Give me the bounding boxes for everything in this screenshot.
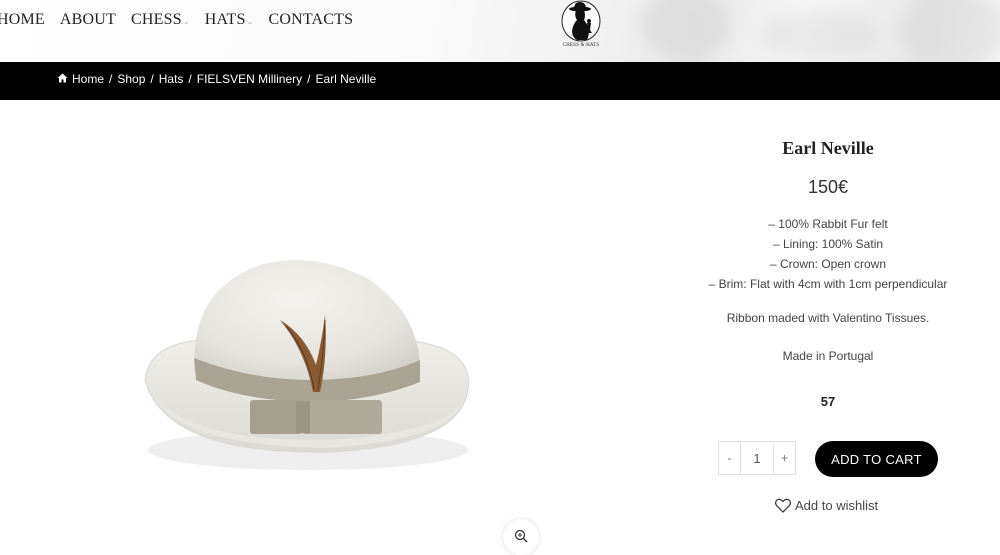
breadcrumb-separator: / (150, 72, 154, 86)
breadcrumb-separator: / (188, 72, 192, 86)
nav-item-label: ABOUT (59, 11, 117, 28)
breadcrumb: Home / Shop / Hats / FIELSVEN Millinery … (57, 72, 376, 86)
heart-icon (775, 498, 791, 513)
breadcrumb-separator: / (307, 72, 311, 86)
marble-texture (760, 10, 880, 60)
nav-item-contacts[interactable]: CONTACTS (268, 11, 353, 29)
nav-item-chess[interactable]: CHESS ⌄ (131, 11, 190, 29)
site-logo[interactable]: CHESS & HATS (552, 0, 610, 52)
quantity-input[interactable] (740, 442, 774, 474)
marble-texture (900, 0, 1000, 62)
breadcrumb-bar: Home / Shop / Hats / FIELSVEN Millinery … (0, 62, 1000, 100)
add-to-wishlist-link[interactable]: Add to wishlist (775, 498, 878, 513)
product-image[interactable] (130, 240, 490, 480)
breadcrumb-home[interactable]: Home (72, 72, 104, 86)
nav-item-label: CONTACTS (268, 11, 354, 28)
home-icon (57, 72, 68, 86)
main-nav: HOME ABOUT CHESS ⌄ HATS ⌄ CONTACTS (0, 11, 368, 29)
nav-item-label: HATS (204, 11, 246, 28)
breadcrumb-separator: / (109, 72, 113, 86)
chevron-down-icon: ⌄ (182, 17, 190, 26)
product-description: – 100% Rabbit Fur felt – Lining: 100% Sa… (660, 214, 996, 294)
description-line: – 100% Rabbit Fur felt (768, 217, 888, 231)
add-to-cart-button[interactable]: ADD TO CART (815, 441, 938, 477)
logo-text: CHESS & HATS (562, 43, 600, 48)
quantity-stepper: - + (718, 441, 796, 475)
breadcrumb-hats[interactable]: Hats (159, 72, 184, 86)
zoom-button[interactable] (503, 519, 539, 555)
logo-emblem (561, 0, 601, 42)
wishlist-label: Add to wishlist (795, 498, 879, 513)
marble-texture (640, 0, 730, 60)
product-title: Earl Neville (782, 138, 874, 158)
size-value: 57 (820, 394, 836, 409)
nav-item-hats[interactable]: HATS ⌄ (205, 11, 254, 29)
nav-item-label: HOME (0, 11, 45, 28)
breadcrumb-shop[interactable]: Shop (117, 72, 145, 86)
nav-item-about[interactable]: ABOUT (60, 11, 116, 29)
breadcrumb-brand[interactable]: FIELSVEN Millinery (197, 72, 302, 86)
zoom-icon (514, 529, 528, 543)
product-price: 150€ (807, 177, 849, 197)
quantity-increase-button[interactable]: + (774, 442, 795, 474)
nav-item-home[interactable]: HOME (0, 11, 45, 29)
ribbon-note: Ribbon maded with Valentino Tissues. (726, 311, 930, 325)
made-in-note: Made in Portugal (782, 349, 874, 363)
breadcrumb-current: Earl Neville (315, 72, 377, 86)
nav-item-label: CHESS (131, 11, 182, 28)
chevron-down-icon: ⌄ (246, 17, 254, 26)
site-header: HOME ABOUT CHESS ⌄ HATS ⌄ CONTACTS CHESS… (0, 0, 1000, 62)
description-line: – Brim: Flat with 4cm with 1cm perpendic… (708, 277, 948, 291)
description-line: – Lining: 100% Satin (772, 237, 884, 251)
quantity-decrease-button[interactable]: - (719, 442, 740, 474)
description-line: – Crown: Open crown (769, 257, 887, 271)
hat-image (144, 260, 470, 470)
